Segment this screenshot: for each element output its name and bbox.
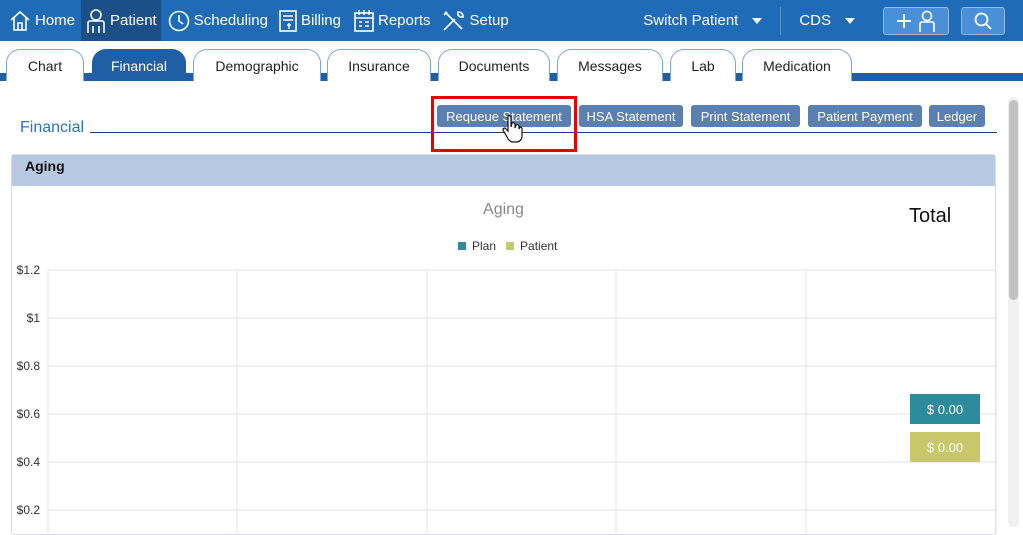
- nav-setup-label: Setup: [469, 12, 509, 29]
- scrollbar-thumb[interactable]: [1009, 100, 1018, 300]
- chevron-down-icon: [752, 17, 763, 24]
- switch-patient-dropdown[interactable]: Switch Patient: [643, 6, 782, 35]
- calendar-icon: [354, 9, 374, 32]
- print-statement-button[interactable]: Print Statement: [691, 105, 800, 127]
- tab-chart-label: Chart: [27, 57, 63, 74]
- tab-insurance-label: Insurance: [348, 57, 410, 74]
- plan-total-badge: $ 0.00: [910, 394, 980, 424]
- add-person-icon: [897, 10, 935, 32]
- legend-patient-swatch: [506, 242, 515, 250]
- nav-right-group: Switch Patient CDS: [643, 0, 1023, 41]
- home-icon: [10, 10, 30, 31]
- search-icon: [974, 12, 992, 30]
- person-icon: [87, 8, 105, 33]
- legend-plan-label: Plan: [472, 239, 497, 253]
- nav-reports[interactable]: Reports: [349, 0, 435, 41]
- nav-billing-label: Billing: [300, 12, 341, 29]
- nav-patient[interactable]: Patient: [81, 0, 161, 41]
- tab-medication[interactable]: Medication: [742, 49, 852, 81]
- aging-panel: Aging Aging Plan Patient: [11, 154, 996, 535]
- tab-financial[interactable]: Financial: [92, 49, 186, 81]
- nav-home-label: Home: [35, 12, 76, 29]
- search-button[interactable]: [961, 6, 1005, 35]
- patient-payment-button[interactable]: Patient Payment: [808, 105, 922, 127]
- tab-medication-label: Medication: [763, 57, 831, 74]
- nav-setup[interactable]: Setup: [437, 0, 513, 41]
- nav-billing[interactable]: Billing: [274, 0, 345, 41]
- total-label: Total: [909, 205, 952, 227]
- nav-home[interactable]: Home: [4, 0, 79, 41]
- top-navigation: Home Patient Scheduling Billing Reports …: [0, 0, 1023, 41]
- tab-messages-label: Messages: [578, 57, 642, 74]
- aging-header: Aging: [12, 155, 995, 186]
- tab-bar: Chart Financial Demographic Insurance Do…: [0, 41, 1023, 81]
- patient-total-badge: $ 0.00: [910, 432, 980, 462]
- chart-legend: Plan Patient: [458, 239, 567, 253]
- legend-plan[interactable]: Plan: [458, 239, 496, 253]
- hand-cursor-icon: [502, 115, 523, 143]
- tab-insurance[interactable]: Insurance: [327, 49, 431, 81]
- legend-patient-label: Patient: [520, 239, 558, 253]
- billing-icon: [279, 9, 297, 32]
- cds-dropdown[interactable]: CDS: [781, 12, 883, 29]
- tab-documents-label: Documents: [458, 57, 530, 74]
- hsa-statement-button[interactable]: HSA Statement: [579, 105, 683, 127]
- tab-financial-label: Financial: [110, 57, 168, 74]
- nav-patient-label: Patient: [110, 12, 157, 29]
- page-title: Financial: [20, 119, 85, 136]
- tab-lab[interactable]: Lab: [670, 49, 736, 81]
- tab-documents[interactable]: Documents: [438, 49, 550, 81]
- ledger-button[interactable]: Ledger: [929, 105, 985, 127]
- chart-title: Aging: [483, 201, 524, 218]
- tab-demographic-label: Demographic: [215, 57, 299, 74]
- nav-scheduling-label: Scheduling: [193, 12, 268, 29]
- legend-patient[interactable]: Patient: [506, 239, 557, 253]
- legend-plan-swatch: [458, 242, 466, 250]
- tools-icon: [442, 10, 464, 31]
- add-patient-button[interactable]: [883, 6, 949, 35]
- tab-messages[interactable]: Messages: [557, 49, 663, 81]
- chevron-down-icon: [845, 17, 855, 24]
- tab-chart[interactable]: Chart: [6, 49, 84, 81]
- nav-reports-label: Reports: [377, 12, 431, 29]
- tab-demographic[interactable]: Demographic: [193, 49, 321, 81]
- nav-scheduling[interactable]: Scheduling: [163, 0, 272, 41]
- clock-icon: [168, 10, 190, 31]
- tab-lab-label: Lab: [691, 57, 715, 74]
- switch-patient-label: Switch Patient: [643, 12, 739, 29]
- cds-label: CDS: [799, 12, 831, 29]
